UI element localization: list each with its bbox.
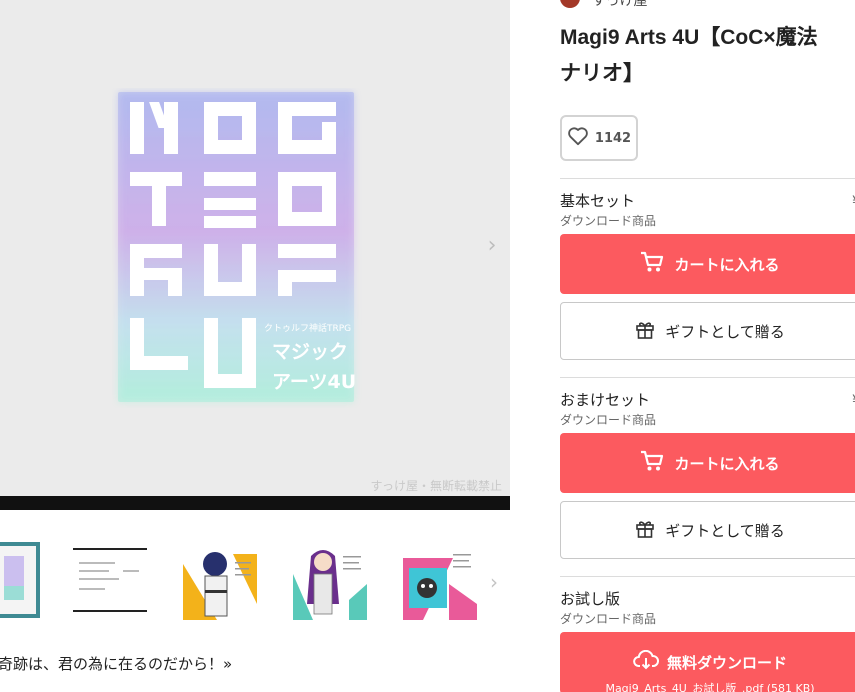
gift-icon (635, 518, 655, 542)
divider (560, 178, 855, 179)
file-info: Magi9_Arts_4U_お試し版_.pdf (581 KB) (605, 682, 815, 692)
add-to-cart-label: カートに入れる (674, 255, 780, 274)
gift-button[interactable]: ギフトとして贈る (560, 302, 855, 360)
variant-type: ダウンロード商品 (560, 214, 657, 228)
logo-kana-line1: マジック (272, 341, 348, 363)
gift-button[interactable]: ギフトとして贈る (560, 501, 855, 559)
thumbnail-strip: › (0, 540, 510, 626)
thumbnail-2[interactable] (73, 544, 147, 620)
gift-icon (635, 319, 655, 343)
thumbnail-next-chevron-icon[interactable]: › (486, 568, 502, 596)
add-to-cart-label: カートに入れる (674, 454, 780, 473)
heart-icon (567, 126, 589, 150)
cloud-download-icon (633, 649, 659, 674)
like-button[interactable]: 1142 (560, 115, 638, 161)
logo-kana-line2: アーツ4U (272, 371, 356, 393)
product-title-line1: Magi9 Arts 4U【CoC×魔法 (560, 26, 818, 49)
shop-name[interactable]: すっけ屋 (592, 0, 647, 10)
main-product-image[interactable]: クトゥルフ神話TRPG マジック アーツ4U すっけ屋・無断転載禁止 › (0, 0, 510, 510)
add-to-cart-button[interactable]: カートに入れる (560, 433, 855, 493)
next-image-chevron-icon[interactable]: › (484, 232, 500, 260)
description-line: 奇跡は、君の為に在るのだから！» (0, 655, 233, 673)
divider (560, 576, 855, 577)
thumbnail-5[interactable] (403, 544, 477, 620)
shop-avatar[interactable] (560, 0, 580, 8)
gift-label: ギフトとして贈る (665, 521, 785, 540)
image-watermark: すっけ屋・無断転載禁止 (370, 479, 502, 493)
variant-type: ダウンロード商品 (560, 413, 657, 427)
free-download-label: 無料ダウンロード (666, 653, 787, 672)
product-title-line2: ナリオ】 (560, 62, 644, 85)
magi9-arts-logo: クトゥルフ神話TRPG マジック アーツ4U (18, 88, 368, 408)
thumbnail-3[interactable] (183, 544, 257, 620)
gift-label: ギフトとして贈る (665, 322, 785, 341)
variant-name: お試し版 (560, 590, 621, 608)
variant-name: おまけセット (560, 391, 651, 409)
divider (560, 377, 855, 378)
logo-subtitle: クトゥルフ神話TRPG (264, 322, 351, 334)
thumbnail-1[interactable] (0, 542, 40, 618)
like-count: 1142 (594, 130, 632, 146)
cart-icon (640, 450, 664, 476)
variant-name: 基本セット (560, 192, 636, 210)
image-bottom-bar (0, 496, 510, 510)
purchase-panel: すっけ屋 Magi9 Arts 4U【CoC×魔法 ナリオ】 1142 基本セッ… (560, 0, 855, 692)
cart-icon (640, 251, 664, 277)
variant-type: ダウンロード商品 (560, 612, 657, 626)
add-to-cart-button[interactable]: カートに入れる (560, 234, 855, 294)
thumbnail-4[interactable] (293, 544, 367, 620)
product-title: Magi9 Arts 4U【CoC×魔法 ナリオ】 (560, 20, 855, 92)
free-download-button[interactable]: 無料ダウンロード Magi9_Arts_4U_お試し版_.pdf (581 KB… (560, 632, 855, 692)
